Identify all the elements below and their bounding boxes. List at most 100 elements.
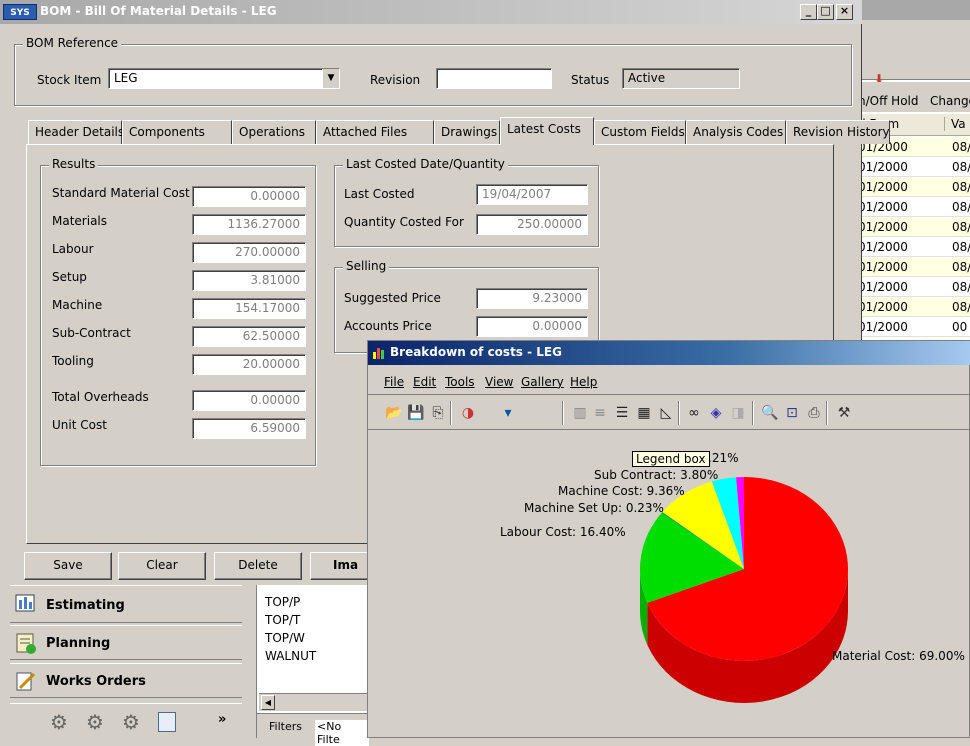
gear-icon[interactable]: ⚙ — [122, 710, 140, 734]
tools-icon[interactable]: ⚒ — [834, 403, 854, 423]
selling-label: Selling — [343, 259, 390, 273]
grid-cell-from: 01/2000 — [858, 180, 908, 194]
nav-item-works-orders[interactable]: Works Orders — [10, 663, 242, 698]
maximize-icon[interactable]: □ — [817, 4, 834, 20]
menu-edit[interactable]: Edit — [413, 375, 436, 389]
chart-area: Material Cost: 69.00% Labour Cost: 16.40%… — [372, 433, 969, 735]
gear-icon[interactable]: ⚙ — [50, 710, 68, 734]
col-va[interactable]: Va — [944, 117, 966, 131]
grid-row[interactable]: 01/2000 08/ — [858, 178, 970, 197]
menu-view[interactable]: View — [485, 375, 513, 389]
tab-components[interactable]: Components — [122, 120, 232, 144]
grid-row[interactable]: 01/2000 08/ — [858, 158, 970, 177]
result-value: 20.00000 — [192, 354, 306, 375]
chevron-down-icon[interactable]: ▼ — [322, 69, 339, 88]
toolbar-separator — [450, 401, 452, 425]
nav-item-estimating[interactable]: Estimating — [10, 585, 242, 623]
horizontal-grid-icon[interactable]: ≡ — [590, 403, 610, 423]
grid-row[interactable]: 01/2000 08/ — [858, 278, 970, 297]
result-value: 0.00000 — [192, 390, 306, 411]
list-item[interactable]: TOP/P — [265, 595, 300, 609]
nav-item-planning[interactable]: Planning — [10, 625, 242, 660]
clear-button[interactable]: Clear — [118, 552, 206, 580]
result-label: Tooling — [52, 354, 94, 368]
filters-label[interactable]: Filters — [269, 720, 302, 733]
print-icon[interactable]: ⎙ — [804, 403, 824, 423]
result-value: 6.59000 — [192, 418, 306, 439]
menu-file[interactable]: File — [384, 375, 404, 389]
revision-label: Revision — [370, 73, 421, 87]
slice-label-machine-set-up: Machine Set Up: 0.23% — [524, 501, 664, 515]
rotate-icon[interactable]: ◈ — [706, 403, 726, 423]
tab-header-details[interactable]: Header Details — [28, 120, 124, 144]
zoom-icon[interactable]: 🔍 — [760, 403, 780, 423]
slice-label-labour-cost: Labour Cost: 16.40% — [500, 525, 626, 539]
result-label: Setup — [52, 270, 87, 284]
copy-icon[interactable]: ⎘ — [428, 403, 448, 423]
result-value: 62.50000 — [192, 326, 306, 347]
save-button[interactable]: Save — [24, 552, 112, 580]
vertical-grid-icon[interactable]: ▥ — [570, 403, 590, 423]
revision-input[interactable] — [436, 68, 552, 89]
result-label: Sub-Contract — [52, 326, 131, 340]
nav-more-icon[interactable]: » — [218, 712, 226, 727]
tab-drawings[interactable]: Drawings — [434, 120, 500, 144]
data-grid-icon[interactable]: ▦ — [634, 403, 654, 423]
tab-analysis-codes[interactable]: Analysis Codes — [686, 120, 786, 144]
grid-row[interactable]: 01/2000 00 — [858, 318, 970, 337]
result-value: 3.81000 — [192, 270, 306, 291]
chart-title: Breakdown of costs - LEG — [390, 345, 562, 359]
tab-attached-files[interactable]: Attached Files — [316, 120, 434, 144]
open-icon[interactable]: 📂 — [384, 403, 404, 423]
grid-cell-va: 08/ — [952, 140, 970, 154]
print-preview-icon[interactable]: ⊡ — [782, 403, 802, 423]
axis-icon[interactable]: ◺ — [656, 403, 676, 423]
menu-tools[interactable]: Tools — [445, 375, 475, 389]
paint-bucket-icon[interactable]: ▾ — [498, 403, 518, 423]
filters-bar: Filters <No Filte — [257, 713, 369, 746]
nav-shortcut-bar: ⚙ ⚙ ⚙ » — [10, 703, 242, 738]
change-label[interactable]: Change — [930, 94, 970, 108]
gear-icon[interactable]: ⚙ — [86, 710, 104, 734]
grid-row[interactable]: 01/2000 08/ — [858, 238, 970, 257]
last-costed-field: 19/04/2007 — [476, 184, 588, 205]
image-button[interactable]: Ima — [310, 552, 370, 580]
hold-label[interactable]: n/Off Hold — [858, 94, 919, 108]
point-labels-icon[interactable]: ◨ — [728, 403, 748, 423]
tab-operations[interactable]: Operations — [232, 120, 316, 144]
tab-revision-history[interactable]: Revision History — [786, 120, 890, 144]
last-costed-label: Last Costed — [344, 187, 415, 201]
palette-icon[interactable]: ◑ — [458, 403, 478, 423]
chart-app-icon — [373, 348, 384, 359]
delete-button[interactable]: Delete — [214, 552, 302, 580]
list-item[interactable]: WALNUT — [265, 649, 316, 663]
grid-row[interactable]: 01/2000 08/ — [858, 218, 970, 237]
stock-item-label: Stock Item — [37, 73, 102, 87]
tab-latest-costs[interactable]: Latest Costs — [500, 117, 594, 145]
menu-help[interactable]: Help — [570, 375, 597, 389]
list-hscroll[interactable]: ◀ — [259, 693, 367, 711]
app-icon: SYS — [3, 4, 37, 20]
grid-row[interactable]: 01/2000 08/ — [858, 258, 970, 277]
grid-cell-from: 01/2000 — [858, 320, 908, 334]
close-icon[interactable]: × — [836, 4, 853, 20]
grid-row[interactable]: 01/2000 08/ — [858, 198, 970, 217]
scroll-left-icon[interactable]: ◀ — [261, 695, 275, 710]
minimize-icon[interactable]: _ — [800, 4, 817, 20]
list-item[interactable]: TOP/T — [265, 613, 300, 627]
save-icon[interactable]: 💾 — [406, 403, 426, 423]
legend-icon[interactable]: ☰ — [612, 403, 632, 423]
tab-custom-fields[interactable]: Custom Fields — [594, 120, 686, 144]
list-item[interactable]: TOP/W — [265, 631, 305, 645]
grid-row[interactable]: 01/2000 08/ — [858, 298, 970, 317]
stock-item-combobox[interactable]: LEG ▼ — [108, 68, 340, 89]
status-label: Status — [571, 73, 610, 87]
menu-gallery[interactable]: Gallery — [521, 375, 564, 389]
filters-value[interactable]: <No Filte — [315, 720, 369, 746]
window-icon[interactable] — [158, 712, 176, 732]
3d-glasses-icon[interactable]: ∞ — [684, 403, 704, 423]
qty-costed-label: Quantity Costed For — [344, 215, 464, 229]
qty-costed-field: 250.00000 — [476, 214, 588, 235]
result-label: Machine — [52, 298, 103, 312]
nav-label: Planning — [46, 636, 111, 651]
